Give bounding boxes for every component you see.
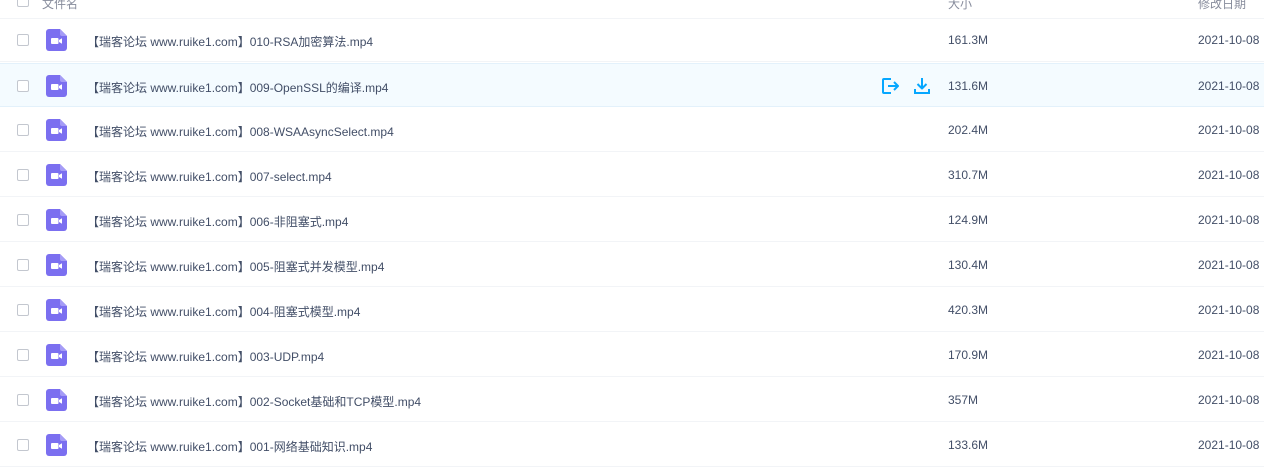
- row-actions: [880, 76, 932, 96]
- share-icon[interactable]: [880, 76, 900, 96]
- video-file-icon: [46, 209, 67, 231]
- file-row[interactable]: 【瑞客论坛 www.ruike1.com】003-UDP.mp4 170.9M 20…: [0, 333, 1264, 377]
- file-date: 2021-10-08: [1198, 438, 1260, 452]
- row-checkbox[interactable]: [17, 80, 29, 92]
- file-row[interactable]: 【瑞客论坛 www.ruike1.com】008-WSAAsyncSelect.…: [0, 108, 1264, 152]
- file-name[interactable]: 【瑞客论坛 www.ruike1.com】009-OpenSSL的编译.mp4: [87, 79, 388, 96]
- file-size: 133.6M: [948, 438, 989, 452]
- file-date: 2021-10-08: [1198, 79, 1260, 93]
- file-size: 124.9M: [948, 213, 989, 227]
- file-name[interactable]: 【瑞客论坛 www.ruike1.com】002-Socket基础和TCP模型.…: [87, 393, 421, 410]
- file-list: 文件名 大小 修改日期 【瑞客论坛 www.ruike1.com】010-RSA…: [0, 0, 1264, 473]
- video-file-icon: [46, 29, 67, 51]
- file-size: 420.3M: [948, 303, 989, 317]
- row-checkbox[interactable]: [17, 349, 29, 361]
- row-checkbox[interactable]: [17, 124, 29, 136]
- row-checkbox[interactable]: [17, 439, 29, 451]
- video-file-icon: [46, 254, 67, 276]
- file-size: 161.3M: [948, 33, 989, 47]
- row-checkbox[interactable]: [17, 304, 29, 316]
- file-row[interactable]: 【瑞客论坛 www.ruike1.com】006-非阻塞式.mp4 124.9M 2…: [0, 198, 1264, 242]
- file-name[interactable]: 【瑞客论坛 www.ruike1.com】010-RSA加密算法.mp4: [87, 33, 373, 50]
- header-size[interactable]: 大小: [948, 0, 972, 12]
- row-checkbox[interactable]: [17, 394, 29, 406]
- file-name[interactable]: 【瑞客论坛 www.ruike1.com】004-阻塞式模型.mp4: [87, 303, 360, 320]
- file-date: 2021-10-08: [1198, 33, 1260, 47]
- file-date: 2021-10-08: [1198, 213, 1260, 227]
- file-date: 2021-10-08: [1198, 123, 1260, 137]
- file-name[interactable]: 【瑞客论坛 www.ruike1.com】005-阻塞式并发模型.mp4: [87, 258, 384, 275]
- row-checkbox[interactable]: [17, 214, 29, 226]
- select-all-checkbox[interactable]: [17, 0, 29, 7]
- file-row[interactable]: 【瑞客论坛 www.ruike1.com】010-RSA加密算法.mp4 161.…: [0, 18, 1264, 62]
- file-row[interactable]: 【瑞客论坛 www.ruike1.com】007-select.mp4 310.7…: [0, 153, 1264, 197]
- file-date: 2021-10-08: [1198, 348, 1260, 362]
- file-name[interactable]: 【瑞客论坛 www.ruike1.com】007-select.mp4: [87, 168, 332, 185]
- video-file-icon: [46, 389, 67, 411]
- header-name[interactable]: 文件名: [42, 0, 78, 12]
- file-row[interactable]: 【瑞客论坛 www.ruike1.com】001-网络基础知识.mp4 133.6…: [0, 423, 1264, 467]
- file-date: 2021-10-08: [1198, 258, 1260, 272]
- download-icon[interactable]: [912, 76, 932, 96]
- file-size: 357M: [948, 393, 979, 407]
- video-file-icon: [46, 164, 67, 186]
- file-date: 2021-10-08: [1198, 168, 1260, 182]
- file-size: 170.9M: [948, 348, 989, 362]
- file-size: 130.4M: [948, 258, 989, 272]
- file-date: 2021-10-08: [1198, 303, 1260, 317]
- video-file-icon: [46, 434, 67, 456]
- header-date[interactable]: 修改日期: [1198, 0, 1246, 12]
- row-checkbox[interactable]: [17, 34, 29, 46]
- file-name[interactable]: 【瑞客论坛 www.ruike1.com】003-UDP.mp4: [87, 348, 324, 365]
- file-row[interactable]: 【瑞客论坛 www.ruike1.com】009-OpenSSL的编译.mp4 1…: [0, 63, 1264, 107]
- file-name[interactable]: 【瑞客论坛 www.ruike1.com】006-非阻塞式.mp4: [87, 213, 348, 230]
- file-name[interactable]: 【瑞客论坛 www.ruike1.com】008-WSAAsyncSelect.…: [87, 123, 394, 140]
- video-file-icon: [46, 75, 67, 97]
- file-row[interactable]: 【瑞客论坛 www.ruike1.com】005-阻塞式并发模型.mp4 130.…: [0, 243, 1264, 287]
- file-size: 131.6M: [948, 79, 989, 93]
- row-checkbox[interactable]: [17, 259, 29, 271]
- file-size: 202.4M: [948, 123, 989, 137]
- file-date: 2021-10-08: [1198, 393, 1260, 407]
- row-checkbox[interactable]: [17, 169, 29, 181]
- video-file-icon: [46, 299, 67, 321]
- file-list-header: 文件名 大小 修改日期: [0, 0, 1264, 19]
- file-name[interactable]: 【瑞客论坛 www.ruike1.com】001-网络基础知识.mp4: [87, 438, 372, 455]
- video-file-icon: [46, 119, 67, 141]
- file-row[interactable]: 【瑞客论坛 www.ruike1.com】002-Socket基础和TCP模型.…: [0, 378, 1264, 422]
- file-size: 310.7M: [948, 168, 989, 182]
- video-file-icon: [46, 344, 67, 366]
- file-row[interactable]: 【瑞客论坛 www.ruike1.com】004-阻塞式模型.mp4 420.3M…: [0, 288, 1264, 332]
